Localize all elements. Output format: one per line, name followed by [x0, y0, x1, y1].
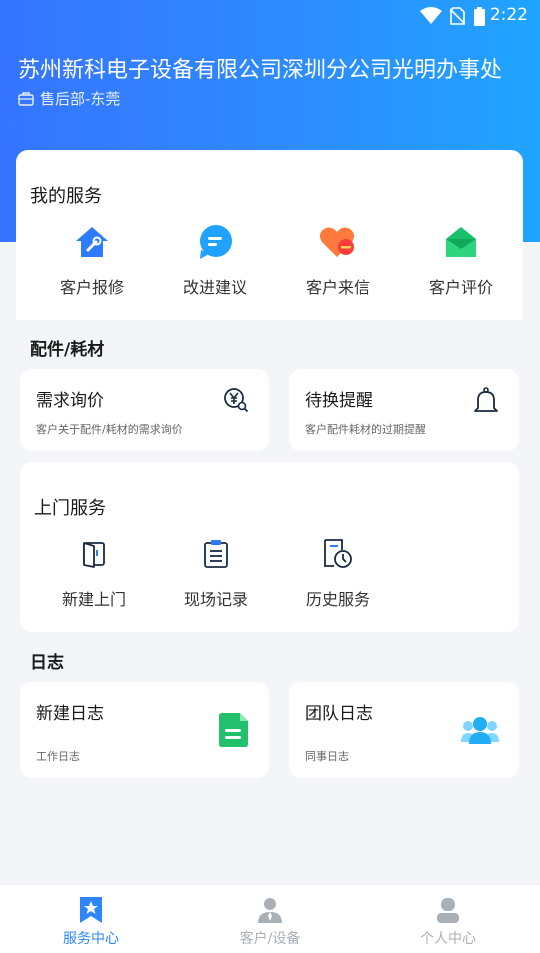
green-doc-icon — [219, 713, 248, 747]
tab-customer-device[interactable]: 客户/设备 — [210, 895, 330, 948]
tab-service-center[interactable]: 服务中心 — [31, 895, 151, 948]
person-icon — [258, 898, 282, 923]
house-wrench-icon — [76, 227, 108, 257]
envelope-open-icon — [446, 227, 476, 257]
department-text: 售后部-东莞 — [40, 90, 121, 108]
onsite-history-service[interactable]: 历史服务 — [288, 534, 388, 610]
briefcase-icon — [18, 91, 34, 106]
onsite-field-record[interactable]: 现场记录 — [166, 534, 266, 610]
onsite-label: 现场记录 — [183, 590, 248, 609]
onsite-services-card: 上门服务 新建上门 现场记录 历史服务 — [20, 462, 519, 632]
onsite-new-visit[interactable]: 新建上门 — [44, 534, 144, 610]
service-customer-review[interactable]: 客户评价 — [411, 222, 511, 298]
no-sim-icon — [450, 7, 465, 25]
bell-icon — [474, 387, 498, 412]
my-services-title: 我的服务 — [30, 186, 102, 207]
team-icon — [461, 717, 499, 744]
clipboard-icon — [204, 540, 228, 568]
heart-mail-icon — [319, 227, 355, 257]
chat-bubble-icon — [200, 225, 232, 259]
inquiry-subtitle: 客户关于配件/耗材的需求询价 — [36, 423, 183, 436]
new-log-subtitle: 工作日志 — [36, 750, 80, 763]
company-name: 苏州新科电子设备有限公司深圳分公司光明办事处 — [18, 58, 503, 83]
department-label: 售后部-东莞 — [18, 88, 120, 109]
inquiry-card[interactable]: 需求询价 客户关于配件/耗材的需求询价 — [20, 369, 269, 451]
battery-icon — [474, 7, 485, 26]
tab-label: 个人中心 — [420, 931, 476, 947]
service-label: 改进建议 — [182, 278, 247, 297]
service-customer-letter[interactable]: 客户来信 — [288, 222, 388, 298]
new-log-card[interactable]: 新建日志 工作日志 — [20, 682, 269, 778]
bottom-tab-bar: 服务中心 客户/设备 个人中心 — [0, 884, 540, 953]
onsite-services-title: 上门服务 — [34, 498, 106, 519]
status-bar: 2:22 — [0, 0, 540, 32]
clock: 2:22 — [489, 5, 528, 25]
history-doc-icon — [324, 539, 352, 568]
service-improvement-suggestion[interactable]: 改进建议 — [165, 222, 265, 298]
service-label: 客户来信 — [305, 278, 370, 297]
onsite-label: 新建上门 — [61, 590, 126, 609]
wifi-icon — [420, 7, 442, 24]
star-bookmark-icon — [80, 897, 102, 923]
replacement-reminder-card[interactable]: 待换提醒 客户配件耗材的过期提醒 — [289, 369, 519, 451]
team-log-subtitle: 同事日志 — [305, 750, 349, 763]
user-icon — [437, 898, 459, 923]
tab-personal-center[interactable]: 个人中心 — [388, 895, 508, 948]
reminder-subtitle: 客户配件耗材的过期提醒 — [305, 423, 426, 436]
new-log-title: 新建日志 — [36, 704, 104, 724]
log-section-title: 日志 — [30, 653, 64, 673]
parts-section-title: 配件/耗材 — [30, 340, 105, 360]
team-log-title: 团队日志 — [305, 704, 373, 724]
reminder-title: 待换提醒 — [305, 391, 373, 411]
onsite-label: 历史服务 — [305, 590, 370, 609]
service-label: 客户评价 — [428, 278, 493, 297]
my-services-card: 我的服务 客户报修 改进建议 客户来信 客户评价 — [16, 150, 523, 320]
service-label: 客户报修 — [59, 278, 124, 297]
tab-label: 服务中心 — [63, 931, 119, 947]
inquiry-title: 需求询价 — [36, 391, 104, 411]
tab-label: 客户/设备 — [239, 931, 301, 947]
service-customer-repair[interactable]: 客户报修 — [42, 222, 142, 298]
team-log-card[interactable]: 团队日志 同事日志 — [289, 682, 519, 778]
yen-search-icon — [224, 388, 249, 413]
door-icon — [83, 542, 105, 568]
